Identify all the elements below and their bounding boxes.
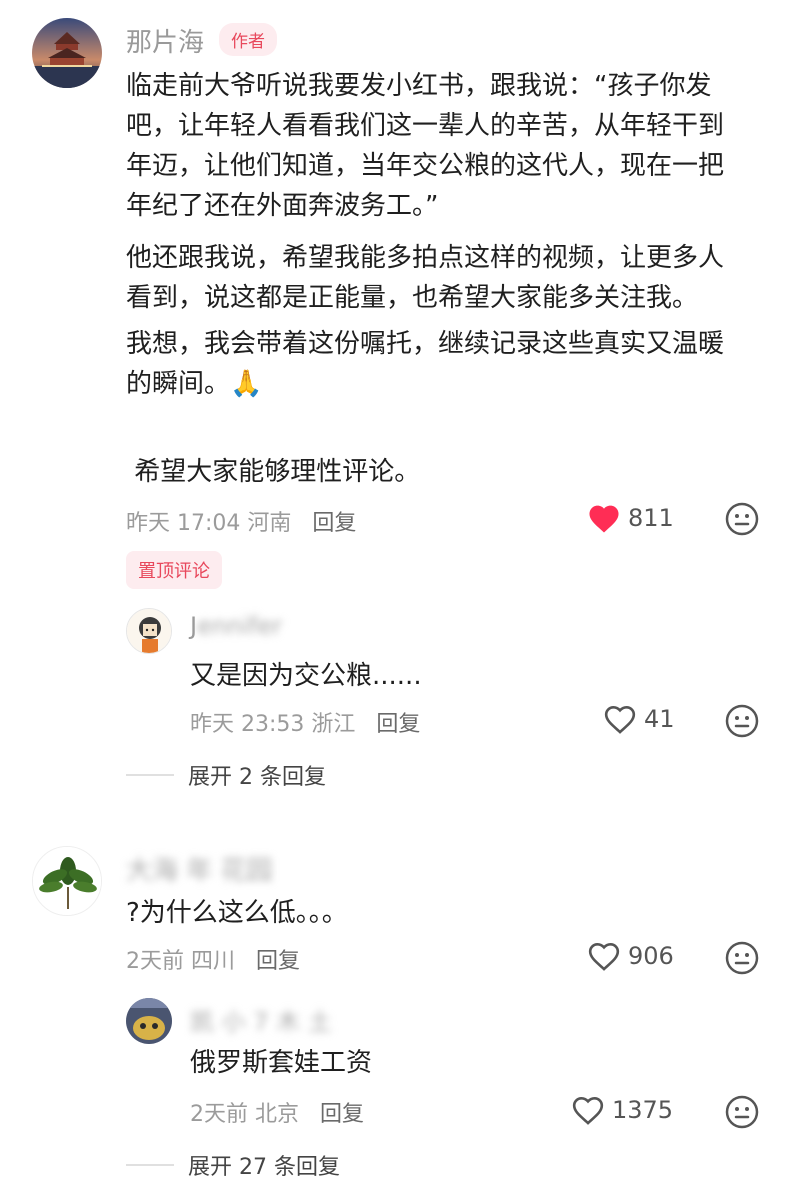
comment-paragraph: 我想，我会带着这份嘱托，继续记录这些真实又温暖 的瞬间。🙏 bbox=[126, 329, 725, 399]
comment-meta: 昨天 17:04 河南 回复 bbox=[126, 505, 356, 537]
like-count: 41 bbox=[644, 705, 675, 733]
avatar[interactable] bbox=[32, 18, 102, 88]
avatar-pavilion-image bbox=[32, 18, 102, 88]
comment-paragraph: 希望大家能够理性评论。 bbox=[126, 457, 421, 487]
reply-time: 昨天 23:53 bbox=[190, 712, 305, 737]
comment-location: 四川 bbox=[191, 949, 236, 974]
reply-time: 2天前 bbox=[190, 1102, 248, 1127]
reply-button[interactable]: 回复 bbox=[312, 511, 356, 536]
reply-meta: 昨天 23:53 浙江 回复 bbox=[190, 706, 420, 738]
like-button[interactable]: 811 bbox=[586, 502, 674, 534]
heart-outline-icon bbox=[588, 943, 620, 971]
expand-replies-button[interactable]: 展开 27 条回复 bbox=[126, 1149, 340, 1181]
comment-meta: 2天前 四川 回复 bbox=[126, 943, 300, 975]
reply-author-name[interactable]: 凯 小 7 木 土 bbox=[190, 1002, 332, 1037]
avatar-plant-image bbox=[33, 847, 101, 915]
emoji-face-icon[interactable] bbox=[725, 941, 759, 975]
expand-replies-label: 展开 2 条回复 bbox=[188, 765, 326, 790]
avatar[interactable] bbox=[32, 846, 102, 916]
reply-button[interactable]: 回复 bbox=[320, 1102, 364, 1127]
comment-paragraph: 临走前大爷听说我要发小红书，跟我说：“孩子你发 吧，让年轻人看看我们这一辈人的辛… bbox=[126, 71, 725, 221]
divider-line bbox=[126, 1164, 174, 1166]
reply-button[interactable]: 回复 bbox=[376, 712, 420, 737]
reply-author-name[interactable]: Jennifer bbox=[190, 612, 282, 640]
heart-outline-icon bbox=[572, 1097, 604, 1125]
comment-time: 2天前 bbox=[126, 949, 184, 974]
reply-text: 俄罗斯套娃工资 bbox=[190, 1048, 373, 1078]
pinned-comment-badge: 置顶评论 bbox=[126, 551, 222, 589]
like-button[interactable]: 906 bbox=[586, 940, 674, 972]
like-count: 1375 bbox=[612, 1096, 674, 1124]
like-count: 811 bbox=[628, 504, 674, 532]
avatar[interactable] bbox=[126, 998, 172, 1044]
comment-location: 河南 bbox=[247, 511, 292, 536]
comment-time: 昨天 17:04 bbox=[126, 511, 241, 536]
like-count: 906 bbox=[628, 942, 674, 970]
reply-meta: 2天前 北京 回复 bbox=[190, 1096, 364, 1128]
emoji-face-icon[interactable] bbox=[725, 1095, 759, 1129]
avatar-cartoon-image bbox=[127, 609, 171, 653]
expand-replies-button[interactable]: 展开 2 条回复 bbox=[126, 759, 326, 791]
heart-filled-icon bbox=[589, 505, 619, 533]
expand-replies-label: 展开 27 条回复 bbox=[188, 1155, 340, 1180]
author-name[interactable]: 那片海 bbox=[126, 22, 204, 59]
emoji-face-icon[interactable] bbox=[725, 704, 759, 738]
author-badge: 作者 bbox=[219, 23, 277, 56]
avatar[interactable] bbox=[126, 608, 172, 654]
comment-paragraph: 他还跟我说，希望我能多拍点这样的视频，让更多人 看到，说这都是正能量，也希望大家… bbox=[126, 243, 725, 313]
reply-location: 浙江 bbox=[311, 712, 356, 737]
author-name[interactable]: 大海 年 花园 bbox=[126, 850, 273, 887]
reply-button[interactable]: 回复 bbox=[256, 949, 300, 974]
heart-outline-icon bbox=[604, 706, 636, 734]
reply-text: 又是因为交公粮...... bbox=[190, 661, 422, 691]
avatar-cat-image bbox=[126, 998, 172, 1044]
emoji-face-icon[interactable] bbox=[725, 502, 759, 536]
divider-line bbox=[126, 774, 174, 776]
like-button[interactable]: 41 bbox=[602, 703, 675, 735]
comment-text: ?为什么这么低。。。 bbox=[126, 898, 348, 928]
like-button[interactable]: 1375 bbox=[570, 1094, 673, 1126]
reply-location: 北京 bbox=[255, 1102, 300, 1127]
